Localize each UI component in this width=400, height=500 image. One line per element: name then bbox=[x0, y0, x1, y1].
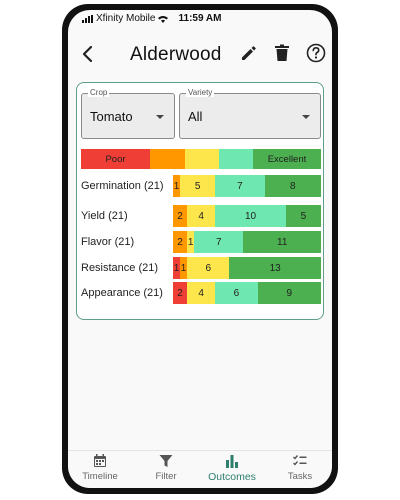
legend-good-swatch bbox=[219, 149, 253, 169]
bar-segment: 5 bbox=[285, 205, 321, 227]
bar-segment: 1 bbox=[173, 257, 181, 279]
outcome-label: Appearance (21) bbox=[81, 287, 163, 299]
crop-select[interactable]: Crop Tomato bbox=[81, 88, 175, 139]
bar-segment: 4 bbox=[187, 282, 216, 304]
status-time: 11:59 AM bbox=[178, 13, 222, 24]
legend-fair-swatch bbox=[150, 149, 185, 169]
bar-segment: 13 bbox=[229, 257, 321, 279]
legend-poor: Poor bbox=[81, 149, 150, 169]
variety-select-value: All bbox=[188, 109, 203, 124]
bottom-nav: Timeline Filter Outcomes Tasks bbox=[68, 450, 332, 488]
bar-segment: 2 bbox=[173, 205, 188, 227]
nav-item-outcomes[interactable]: Outcomes bbox=[202, 453, 262, 483]
bar-chart-icon bbox=[226, 455, 238, 468]
outcome-stacked-bar: 2469 bbox=[173, 282, 321, 304]
bar-segment: 7 bbox=[215, 175, 265, 197]
filter-icon bbox=[159, 455, 173, 467]
bar-segment: 2 bbox=[173, 282, 188, 304]
bar-segment: 2 bbox=[173, 231, 188, 253]
legend-excellent: Excellent bbox=[253, 149, 321, 169]
outcome-row: Resistance (21) 1 1 6 13 bbox=[81, 257, 321, 279]
outcome-stacked-bar: 2 4 10 5 bbox=[173, 205, 321, 227]
app-bar: Alderwood bbox=[68, 30, 332, 80]
outcome-row: Yield (21) 2 4 10 5 bbox=[81, 205, 321, 227]
nav-item-filter[interactable]: Filter bbox=[136, 453, 196, 482]
bar-segment: 4 bbox=[187, 205, 216, 227]
variety-select-label: Variety bbox=[186, 88, 215, 97]
bar-segment: 7 bbox=[194, 231, 244, 253]
legend-average-swatch bbox=[185, 149, 219, 169]
bar-segment: 1 bbox=[173, 175, 181, 197]
phone-screen: Xfinity Mobile 11:59 AM Alderwood Crop T… bbox=[68, 10, 332, 488]
back-arrow-icon[interactable] bbox=[78, 42, 98, 66]
calendar-icon bbox=[94, 454, 106, 467]
rating-scale-legend: Poor Excellent bbox=[81, 149, 321, 169]
crop-select-label: Crop bbox=[88, 88, 110, 97]
outcome-label: Yield (21) bbox=[81, 210, 128, 222]
nav-label-tasks: Tasks bbox=[287, 471, 313, 482]
bar-segment: 1 bbox=[180, 257, 188, 279]
crop-select-value: Tomato bbox=[90, 109, 133, 124]
outcome-row: Flavor (21) 2 1 7 11 bbox=[81, 231, 321, 253]
outcome-label: Resistance (21) bbox=[81, 262, 159, 274]
help-circle-icon[interactable] bbox=[306, 43, 326, 63]
outcomes-card: Crop Tomato Variety All Poor Excellent G… bbox=[76, 82, 324, 320]
nav-item-timeline[interactable]: Timeline bbox=[70, 453, 130, 482]
nav-item-tasks[interactable]: Tasks bbox=[270, 453, 330, 482]
chevron-down-icon bbox=[156, 115, 164, 119]
pencil-icon[interactable] bbox=[240, 44, 258, 62]
status-bar: Xfinity Mobile 11:59 AM bbox=[68, 10, 332, 28]
page-title: Alderwood bbox=[130, 44, 222, 65]
nav-label-filter: Filter bbox=[155, 471, 177, 482]
trash-icon[interactable] bbox=[274, 44, 290, 62]
outcome-stacked-bar: 2 1 7 11 bbox=[173, 231, 321, 253]
bar-segment: 8 bbox=[264, 175, 321, 197]
nav-label-outcomes: Outcomes bbox=[208, 471, 256, 483]
nav-label-timeline: Timeline bbox=[82, 471, 118, 482]
checklist-icon bbox=[293, 455, 307, 466]
bar-segment: 9 bbox=[257, 282, 321, 304]
chevron-down-icon bbox=[302, 115, 310, 119]
outcome-row: Appearance (21) 2 4 6 9 bbox=[81, 282, 321, 304]
outcome-row: Germination (21) 1 5 7 8 bbox=[81, 175, 321, 197]
bar-segment: 11 bbox=[243, 231, 321, 253]
bar-segment: 5 bbox=[180, 175, 216, 197]
outcome-label: Germination (21) bbox=[81, 180, 164, 192]
outcome-label: Flavor (21) bbox=[81, 236, 135, 248]
outcome-stacked-bar: 1578 bbox=[173, 175, 321, 197]
bar-segment: 6 bbox=[215, 282, 258, 304]
bar-segment: 10 bbox=[215, 205, 286, 227]
bar-segment: 1 bbox=[187, 231, 195, 253]
bar-segment: 6 bbox=[187, 257, 230, 279]
variety-select[interactable]: Variety All bbox=[179, 88, 321, 139]
outcome-stacked-bar: 1 1 6 13 bbox=[173, 257, 321, 279]
